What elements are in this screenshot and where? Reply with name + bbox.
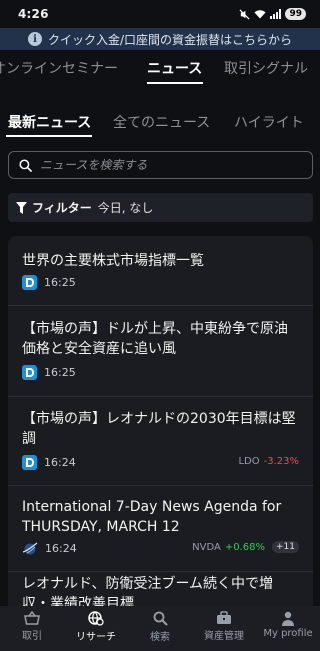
nav-trade[interactable]: 取引 — [0, 606, 64, 651]
news-meta: 16:24 — [22, 455, 76, 470]
nav-search[interactable]: 検索 — [128, 606, 192, 651]
nav-label: リサーチ — [76, 632, 116, 643]
active-subtab-indicator — [6, 135, 92, 137]
nav-assets[interactable]: 資産管理 — [192, 606, 256, 651]
filter-icon — [16, 201, 27, 214]
status-bar: 4:26 99 — [0, 0, 320, 28]
filter-value: 今日, なし — [97, 201, 154, 215]
ticker-info: NVDA +0.68% +11 — [192, 541, 299, 553]
news-list: 世界の主要株式市場指標一覧 16:25 【市場の声】ドルが上昇、中東紛争で原油価… — [8, 236, 313, 606]
news-source-icon — [22, 275, 37, 290]
news-source-icon — [22, 455, 37, 470]
news-time: 16:25 — [44, 366, 76, 379]
globe-source-icon — [22, 542, 38, 555]
filter-label: フィルター — [32, 201, 92, 215]
filter-bar[interactable]: フィルター 今日, なし — [8, 193, 313, 222]
wifi-icon — [254, 10, 266, 19]
person-icon — [282, 611, 294, 626]
news-item[interactable]: 【市場の声】レオナルドの2030年目標は堅調 16:24 LDO -3.23% — [8, 397, 313, 486]
search-icon — [153, 611, 167, 626]
news-time: 16:25 — [44, 276, 76, 289]
mute-icon — [239, 8, 250, 20]
nav-label: 資産管理 — [204, 631, 244, 642]
nav-label: 検索 — [150, 632, 170, 643]
news-title: 【市場の声】レオナルドの2030年目標は堅調 — [22, 411, 296, 447]
search-input[interactable] — [40, 158, 290, 172]
news-item[interactable]: 世界の主要株式市場指標一覧 16:25 — [8, 236, 313, 306]
nav-research[interactable]: リサーチ — [64, 606, 128, 651]
signal-icon — [270, 9, 282, 19]
news-title: International 7-Day News Agenda for THUR… — [22, 499, 282, 535]
research-globe-icon — [88, 611, 104, 626]
tab-all-news[interactable]: 全てのニュース — [113, 112, 210, 132]
ticker-symbol: NVDA — [192, 541, 221, 553]
news-meta: 16:25 — [22, 275, 76, 290]
news-item[interactable]: 【市場の声】ドルが上昇、中東紛争で原油価格と安全資産に追い風 16:25 — [8, 306, 313, 397]
tab-trade-signals[interactable]: 取引シグナル — [224, 58, 308, 78]
basket-icon — [24, 611, 40, 625]
more-tickers-badge[interactable]: +11 — [272, 541, 299, 553]
tab-highlights[interactable]: ハイライト — [234, 112, 304, 132]
news-search[interactable] — [8, 151, 313, 179]
news-meta: 16:25 — [22, 365, 76, 380]
nav-label: 取引 — [22, 631, 42, 642]
active-tab-indicator — [147, 82, 203, 84]
briefcase-icon — [217, 611, 231, 624]
bottom-nav: 取引 リサーチ 検索 資産管理 My profile — [0, 606, 320, 651]
news-item[interactable]: International 7-Day News Agenda for THUR… — [8, 486, 313, 572]
ticker-info: LDO -3.23% — [238, 456, 299, 467]
news-time: 16:24 — [44, 456, 76, 469]
news-meta: 16:24 — [22, 541, 77, 555]
news-time: 16:24 — [45, 541, 77, 555]
clock: 4:26 — [18, 7, 49, 21]
nav-label: My profile — [263, 628, 313, 639]
news-source-icon — [22, 365, 37, 380]
battery-indicator: 99 — [285, 8, 306, 20]
news-item[interactable]: レオナルド、防衛受注ブーム続く中で増収・業績改善目標 — [8, 572, 313, 606]
ticker-symbol: LDO — [238, 456, 260, 467]
ticker-change: +0.68% — [224, 541, 265, 553]
nav-profile[interactable]: My profile — [256, 606, 320, 651]
status-icons: 99 — [239, 8, 306, 20]
banner-text: クイック入金/口座間の資金振替はこちらから — [47, 32, 293, 47]
tab-news[interactable]: ニュース — [147, 58, 202, 78]
news-title: 世界の主要株式市場指標一覧 — [22, 253, 204, 269]
tab-online-seminar[interactable]: オンラインセミナー — [0, 58, 118, 78]
info-icon: i — [27, 32, 42, 46]
sub-tabs: 最新ニュース 全てのニュース ハイライト — [0, 104, 320, 138]
ticker-change: -3.23% — [263, 456, 299, 467]
news-title: レオナルド、防衛受注ブーム続く中で増収・業績改善目標 — [22, 576, 274, 606]
news-title: 【市場の声】ドルが上昇、中東紛争で原油価格と安全資産に追い風 — [22, 321, 288, 357]
tab-latest-news[interactable]: 最新ニュース — [8, 112, 91, 132]
top-tabs: オンラインセミナー ニュース 取引シグナル — [0, 52, 320, 84]
quick-deposit-banner[interactable]: i クイック入金/口座間の資金振替はこちらから — [0, 28, 320, 50]
search-icon — [19, 158, 32, 172]
